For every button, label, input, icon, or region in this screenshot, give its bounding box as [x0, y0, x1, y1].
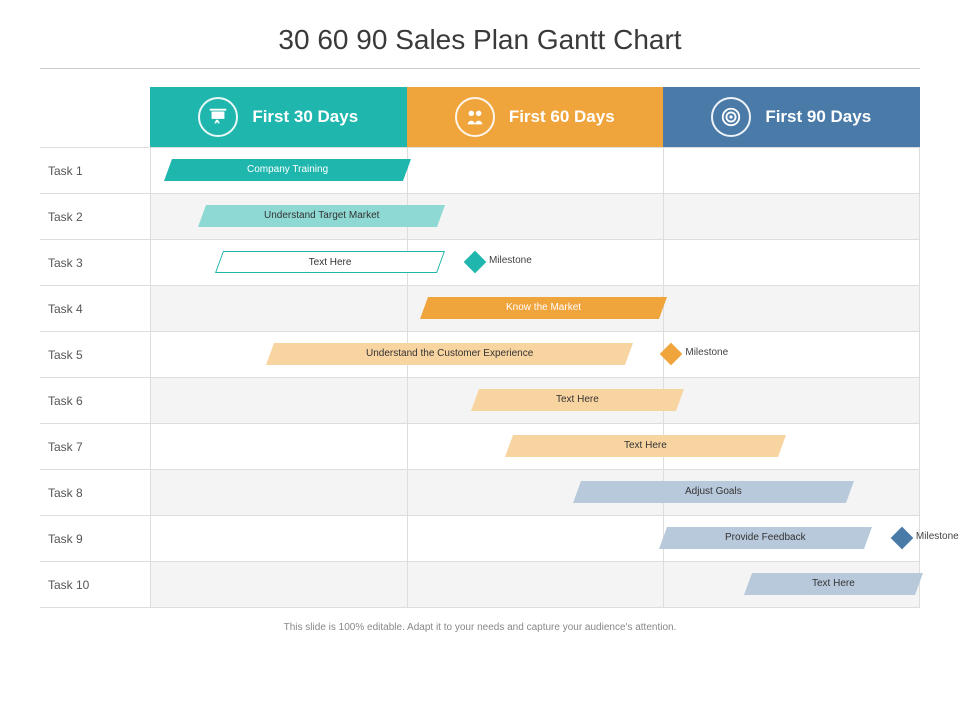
table-row: Task 6 Text Here: [40, 378, 920, 424]
gantt-cell: Know the Market: [150, 286, 920, 332]
gantt-header-row: First 30 Days First 60 Days First 90 Day…: [40, 87, 920, 148]
task-label: Task 10: [40, 562, 150, 608]
task-label: Task 5: [40, 332, 150, 378]
gantt-bar-label: Understand Target Market: [264, 205, 379, 227]
table-row: Task 8 Adjust Goals: [40, 470, 920, 516]
gantt-bar-label: Provide Feedback: [725, 527, 806, 549]
table-row: Task 2 Understand Target Market: [40, 194, 920, 240]
task-label: Task 9: [40, 516, 150, 562]
gantt-bar: Text Here: [215, 251, 445, 273]
gantt-bar-label: Text Here: [624, 435, 667, 457]
task-label: Task 3: [40, 240, 150, 286]
task-label: Task 8: [40, 470, 150, 516]
gantt-bar: Text Here: [505, 435, 786, 457]
table-row: Task 9Provide FeedbackMilestone: [40, 516, 920, 562]
milestone-label: Milestone: [916, 531, 959, 542]
gantt-bar: Provide Feedback: [659, 527, 872, 549]
gantt-cell: Adjust Goals: [150, 470, 920, 516]
gantt-cell: Text Here: [150, 378, 920, 424]
gantt-cell: Company Training: [150, 148, 920, 194]
gantt-cell: Understand the Customer Experience Milest…: [150, 332, 920, 378]
gantt-bar: Company Training: [164, 159, 411, 181]
table-row: Task 4 Know the Market: [40, 286, 920, 332]
gantt-bar-label: Know the Market: [506, 297, 581, 319]
presentation-icon: [198, 97, 238, 137]
gantt-bar: Text Here: [744, 573, 923, 595]
milestone-diamond-icon: [891, 527, 914, 550]
gantt-bar-label: Text Here: [812, 573, 855, 595]
gantt-bar: Adjust Goals: [573, 481, 854, 503]
caption: This slide is 100% editable. Adapt it to…: [40, 622, 920, 633]
gantt-bar: Text Here: [471, 389, 684, 411]
column-header-30: First 30 Days: [150, 87, 407, 148]
target-icon: [711, 97, 751, 137]
column-header-60: First 60 Days: [407, 87, 664, 148]
column-label: First 90 Days: [765, 107, 871, 127]
gantt-chart: First 30 Days First 60 Days First 90 Day…: [40, 87, 920, 608]
gantt-bar: Understand Target Market: [198, 205, 445, 227]
gantt-bar-label: Understand the Customer Experience: [366, 343, 533, 365]
task-label: Task 6: [40, 378, 150, 424]
gantt-bar-label: Company Training: [247, 159, 328, 181]
task-label: Task 4: [40, 286, 150, 332]
gantt-cell: Understand Target Market: [150, 194, 920, 240]
table-row: Task 3 Text Here Milestone: [40, 240, 920, 286]
gantt-bar-label: Adjust Goals: [686, 481, 743, 503]
milestone-label: Milestone: [489, 255, 532, 266]
column-header-90: First 90 Days: [663, 87, 920, 148]
task-label: Task 1: [40, 148, 150, 194]
divider: [40, 68, 920, 69]
table-row: Task 5Understand the Customer Experience…: [40, 332, 920, 378]
gantt-bar: Know the Market: [420, 297, 667, 319]
gantt-cell: Text Here Milestone: [150, 240, 920, 286]
table-row: Task 10 Text Here: [40, 562, 920, 608]
gantt-bar: Understand the Customer Experience: [266, 343, 633, 365]
column-label: First 30 Days: [252, 107, 358, 127]
table-row: Task 1 Company Training: [40, 148, 920, 194]
page-title: 30 60 90 Sales Plan Gantt Chart: [40, 24, 920, 56]
task-label: Task 7: [40, 424, 150, 470]
gantt-cell: Text Here: [150, 424, 920, 470]
column-label: First 60 Days: [509, 107, 615, 127]
milestone-label: Milestone: [685, 347, 728, 358]
table-row: Task 7 Text Here: [40, 424, 920, 470]
gantt-bar-label: Text Here: [308, 252, 351, 274]
task-label: Task 2: [40, 194, 150, 240]
handshake-icon: [455, 97, 495, 137]
gantt-cell: Text Here: [150, 562, 920, 608]
milestone-diamond-icon: [464, 251, 487, 274]
gantt-bar-label: Text Here: [556, 389, 599, 411]
gantt-cell: Provide FeedbackMilestone: [150, 516, 920, 562]
